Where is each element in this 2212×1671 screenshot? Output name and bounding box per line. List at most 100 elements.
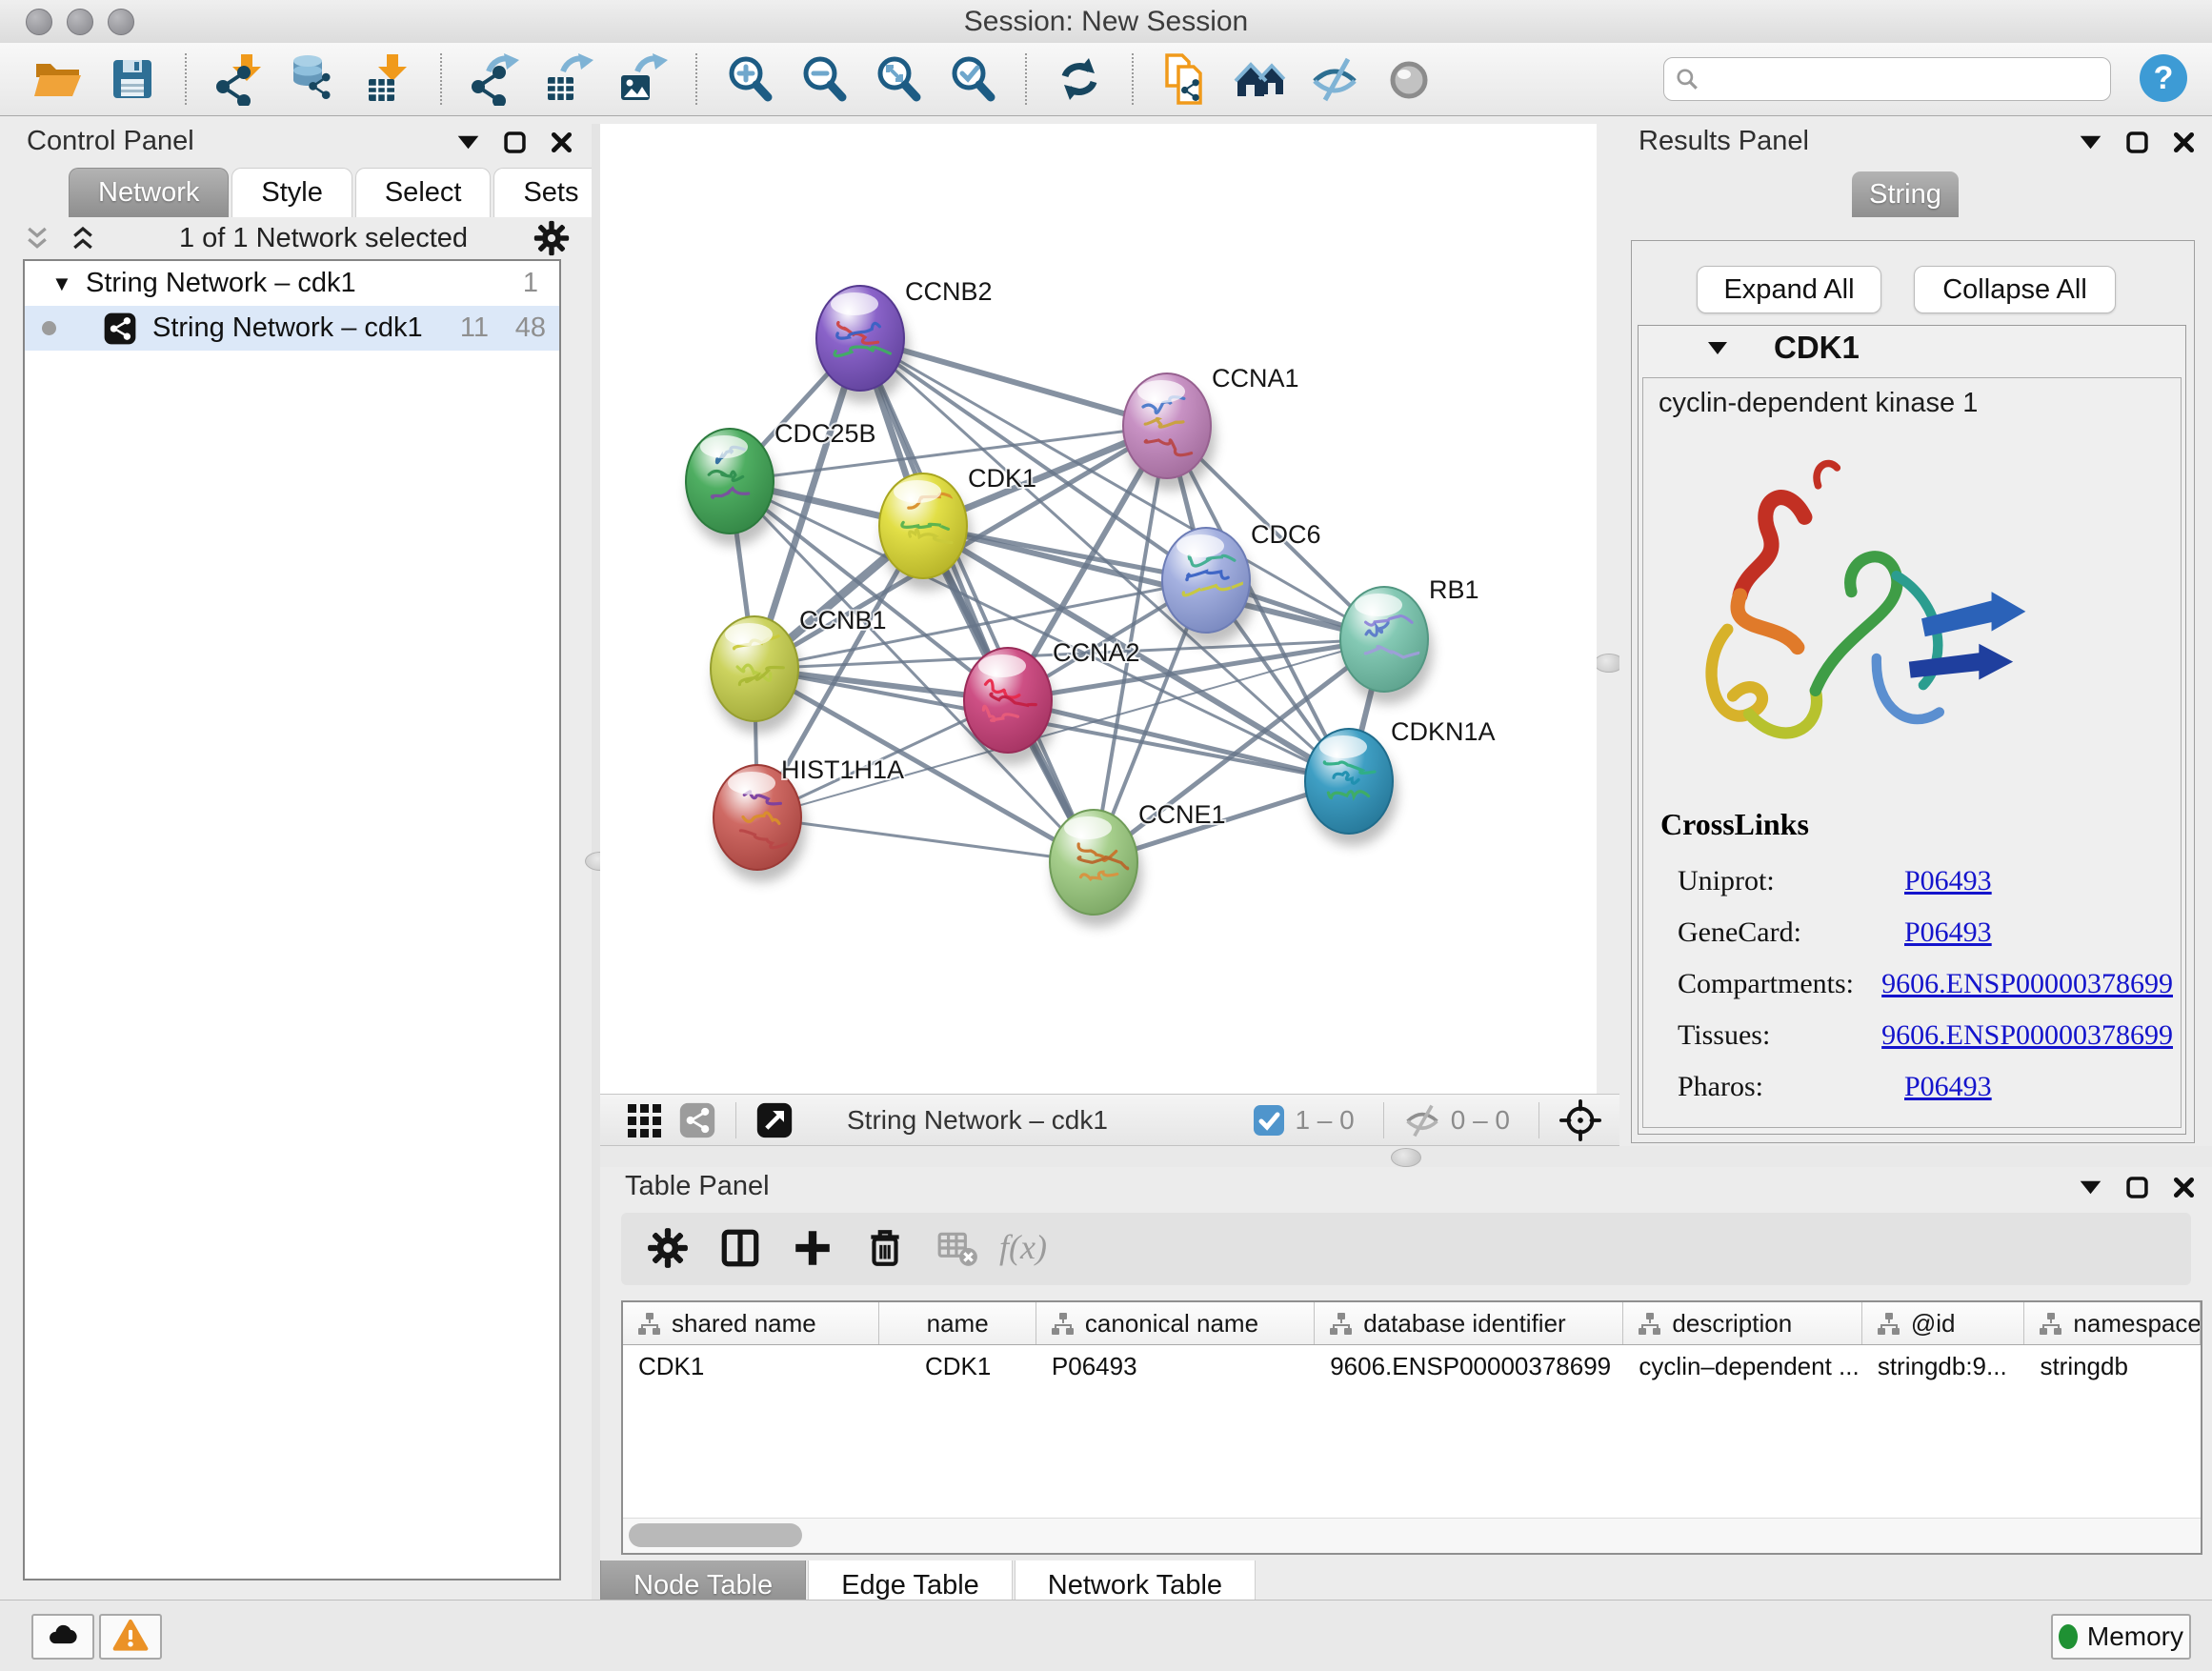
expand-all-icon[interactable] bbox=[69, 224, 101, 252]
search-input[interactable] bbox=[1663, 57, 2111, 101]
network-node-CCNE1[interactable]: CCNE1 bbox=[1050, 800, 1226, 927]
column-header-name[interactable]: name bbox=[879, 1302, 1036, 1344]
export-image-icon bbox=[616, 52, 670, 106]
network-node-CDC6[interactable]: CDC6 bbox=[1162, 520, 1321, 645]
column-header-canonical-name[interactable]: canonical name bbox=[1036, 1302, 1315, 1344]
collapse-all-icon[interactable] bbox=[23, 224, 55, 252]
import-table-from-file-button[interactable] bbox=[356, 49, 419, 110]
zoom-in-button[interactable] bbox=[718, 49, 781, 110]
network-label: String Network – cdk1 bbox=[152, 312, 423, 344]
function-builder-button[interactable]: f(x) bbox=[1002, 1222, 1057, 1276]
network-view-canvas[interactable]: CCNB2 CCNA1 CDC25B CDK1 CDC6 bbox=[600, 124, 1597, 1094]
export-image-button[interactable] bbox=[612, 49, 674, 110]
tree-expander-icon[interactable]: ▼ bbox=[51, 272, 74, 296]
network-node-CCNB2[interactable]: CCNB2 bbox=[816, 277, 993, 403]
import-network-from-database-button[interactable] bbox=[282, 49, 345, 110]
column-header-database-identifier[interactable]: database identifier bbox=[1315, 1302, 1623, 1344]
zoom-out-button[interactable] bbox=[793, 49, 855, 110]
show-all-button[interactable] bbox=[1377, 49, 1440, 110]
panel-close-icon[interactable] bbox=[549, 130, 574, 155]
panel-float-icon[interactable] bbox=[502, 130, 528, 155]
network-node-CDKN1A[interactable]: CDKN1A bbox=[1305, 717, 1496, 846]
table-cell[interactable]: CDK1 bbox=[879, 1345, 1036, 1387]
import-table-icon bbox=[361, 52, 414, 106]
panel-close-icon[interactable] bbox=[2171, 1175, 2197, 1200]
warnings-button[interactable] bbox=[99, 1614, 162, 1660]
table-row[interactable]: CDK1CDK1P064939606.ENSP00000378699cyclin… bbox=[623, 1345, 2201, 1387]
crosslink-value-link[interactable]: 9606.ENSP00000378699 bbox=[1881, 968, 2173, 1000]
panel-float-icon[interactable] bbox=[2124, 130, 2150, 155]
table-cell[interactable]: stringdb bbox=[2024, 1345, 2201, 1387]
column-header-description[interactable]: description bbox=[1623, 1302, 1861, 1344]
open-session-button[interactable] bbox=[27, 49, 90, 110]
panel-menu-icon[interactable] bbox=[455, 130, 481, 155]
table-cell[interactable]: stringdb:9... bbox=[1862, 1345, 2025, 1387]
cloud-button[interactable] bbox=[31, 1614, 94, 1660]
tab-style[interactable]: Style bbox=[231, 168, 352, 217]
table-mode-gear-button[interactable] bbox=[640, 1222, 695, 1276]
table-toolbar: f(x) bbox=[621, 1213, 2191, 1285]
network-row[interactable]: String Network – cdk1 11 48 bbox=[25, 306, 559, 351]
column-header-namespace[interactable]: namespace bbox=[2024, 1302, 2201, 1344]
left-splitter[interactable] bbox=[592, 124, 600, 1600]
selected-checkbox-icon[interactable] bbox=[1253, 1104, 1285, 1137]
network-node-CCNB1[interactable]: CCNB1 bbox=[711, 606, 887, 734]
delete-column-button[interactable] bbox=[857, 1222, 913, 1276]
tab-select[interactable]: Select bbox=[355, 168, 492, 217]
grid-view-icon[interactable] bbox=[625, 1101, 663, 1139]
table-cell[interactable]: cyclin–dependent ... bbox=[1623, 1345, 1861, 1387]
hidden-eye-icon[interactable] bbox=[1403, 1101, 1441, 1139]
network-options-gear-icon[interactable] bbox=[533, 219, 571, 257]
crosslink-value-link[interactable]: 9606.ENSP00000378699 bbox=[1881, 1019, 2173, 1052]
scrollbar-thumb[interactable] bbox=[629, 1523, 802, 1547]
tab-network[interactable]: Network bbox=[69, 168, 229, 217]
save-session-button[interactable] bbox=[101, 49, 164, 110]
apply-preferred-layout-button[interactable] bbox=[1048, 49, 1111, 110]
export-table-button[interactable] bbox=[537, 49, 600, 110]
panel-float-icon[interactable] bbox=[2124, 1175, 2150, 1200]
column-header-@id[interactable]: @id bbox=[1862, 1302, 2025, 1344]
import-network-icon bbox=[212, 52, 266, 106]
memory-button[interactable]: Memory bbox=[2051, 1614, 2191, 1660]
first-neighbors-button[interactable] bbox=[1229, 49, 1292, 110]
panel-menu-icon[interactable] bbox=[2078, 130, 2103, 155]
column-header-shared-name[interactable]: shared name bbox=[623, 1302, 879, 1344]
collapse-entry-icon[interactable] bbox=[1705, 339, 1730, 358]
splitter-handle[interactable] bbox=[1391, 1148, 1421, 1167]
network-node-CDK1[interactable]: CDK1 bbox=[879, 464, 1036, 591]
crosslink-value-link[interactable]: P06493 bbox=[1904, 865, 1992, 897]
toggle-panes-button[interactable] bbox=[713, 1222, 768, 1276]
add-column-button[interactable] bbox=[785, 1222, 840, 1276]
network-node-HIST1H1A[interactable]: HIST1H1A bbox=[714, 755, 904, 882]
crosslink-value-link[interactable]: P06493 bbox=[1904, 1071, 1992, 1103]
export-network-button[interactable] bbox=[463, 49, 526, 110]
tab-string[interactable]: String bbox=[1852, 171, 1959, 217]
crosslink-label: GeneCard: bbox=[1660, 916, 1904, 949]
detach-view-icon[interactable] bbox=[755, 1101, 794, 1139]
help-button[interactable]: ? bbox=[2136, 51, 2191, 107]
hide-selected-button[interactable] bbox=[1303, 49, 1366, 110]
collapse-all-button[interactable]: Collapse All bbox=[1914, 266, 2116, 313]
network-node-CDC25B[interactable]: CDC25B bbox=[686, 419, 876, 546]
new-network-from-selection-button[interactable] bbox=[1155, 49, 1217, 110]
network-collection-row[interactable]: ▼ String Network – cdk1 1 bbox=[25, 261, 559, 306]
table-cell[interactable]: P06493 bbox=[1036, 1345, 1315, 1387]
birdseye-crosshair-icon[interactable] bbox=[1558, 1098, 1602, 1142]
table-cell[interactable]: 9606.ENSP00000378699 bbox=[1315, 1345, 1623, 1387]
network-node-RB1[interactable]: RB1 bbox=[1340, 575, 1479, 704]
panel-menu-icon[interactable] bbox=[2078, 1175, 2103, 1200]
expand-all-button[interactable]: Expand All bbox=[1697, 266, 1881, 313]
horizontal-scrollbar[interactable] bbox=[623, 1518, 2201, 1553]
crosslink-value-link[interactable]: P06493 bbox=[1904, 916, 1992, 949]
zoom-fit-button[interactable] bbox=[867, 49, 930, 110]
zoom-selected-button[interactable] bbox=[941, 49, 1004, 110]
bottom-splitter[interactable] bbox=[600, 1146, 2212, 1167]
panel-close-icon[interactable] bbox=[2171, 130, 2197, 155]
right-splitter[interactable] bbox=[1597, 124, 1619, 1094]
import-network-from-file-button[interactable] bbox=[208, 49, 271, 110]
crosslinks-section: CrossLinks Uniprot:P06493GeneCard:P06493… bbox=[1660, 807, 2173, 1113]
gene-entry-header[interactable]: CDK1 bbox=[1639, 326, 2185, 377]
status-bar: Memory bbox=[0, 1600, 2212, 1671]
table-cell[interactable]: CDK1 bbox=[623, 1345, 879, 1387]
delete-table-button[interactable] bbox=[930, 1222, 985, 1276]
